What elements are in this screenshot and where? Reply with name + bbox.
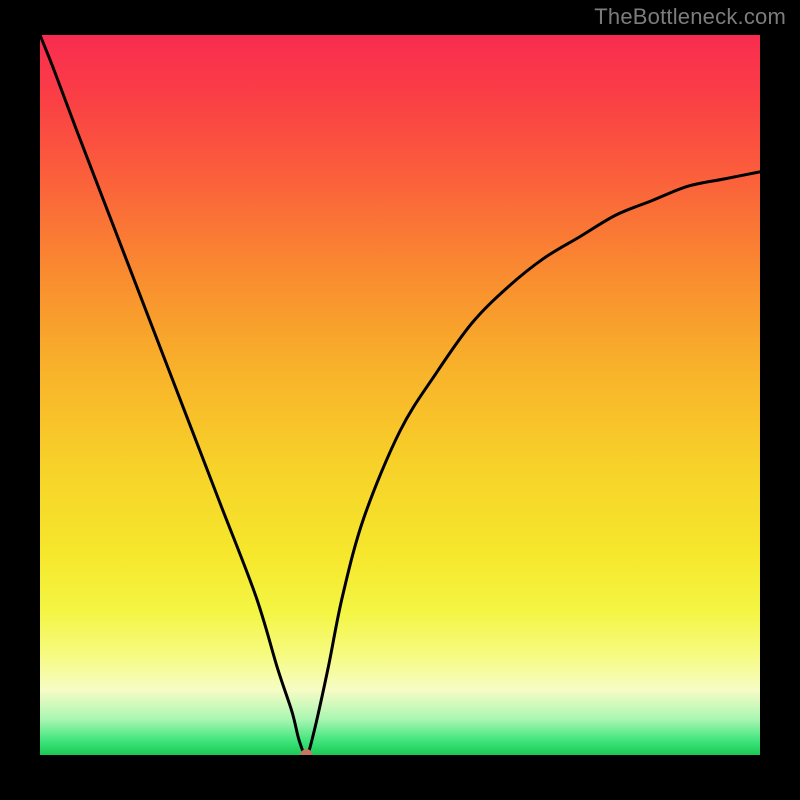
plot-area [40, 35, 760, 755]
bottleneck-curve [40, 35, 760, 755]
curve-svg [40, 35, 760, 755]
chart-frame: TheBottleneck.com [0, 0, 800, 800]
watermark-text: TheBottleneck.com [594, 4, 786, 30]
